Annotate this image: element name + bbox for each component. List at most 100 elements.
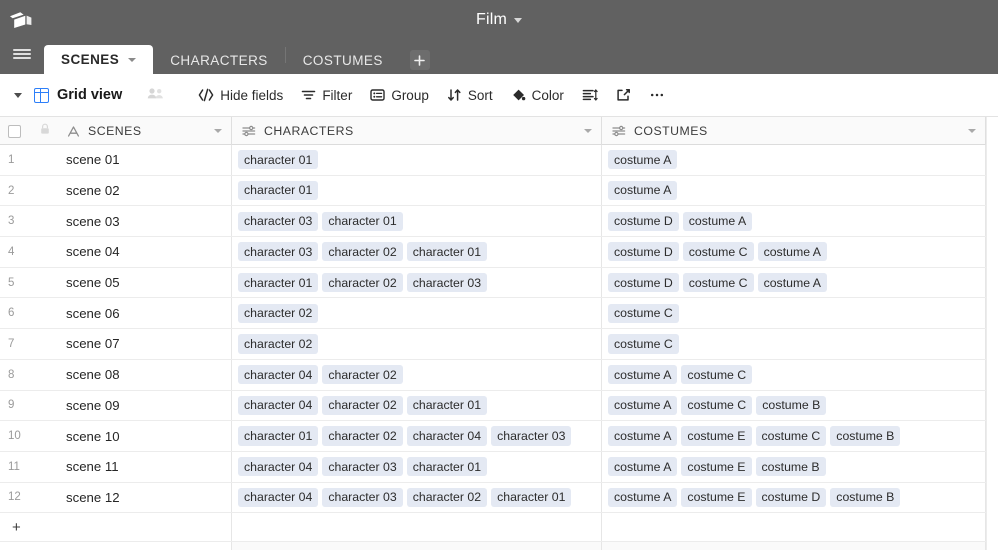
linked-record-chip[interactable]: costume E bbox=[681, 457, 752, 477]
view-sidebar-toggle-icon[interactable] bbox=[14, 92, 22, 98]
linked-record-chip[interactable]: costume A bbox=[608, 457, 678, 477]
linked-record-chip[interactable]: costume B bbox=[755, 457, 826, 477]
select-all-checkbox[interactable] bbox=[8, 124, 21, 138]
linked-record-chip[interactable]: costume C bbox=[682, 242, 754, 262]
share-view-button[interactable] bbox=[609, 82, 638, 108]
linked-record-chip[interactable]: character 04 bbox=[238, 395, 319, 415]
cell-characters[interactable]: character 01 bbox=[232, 175, 602, 206]
linked-record-chip[interactable]: costume C bbox=[681, 365, 753, 385]
linked-record-chip[interactable]: character 02 bbox=[322, 365, 403, 385]
hide-fields-button[interactable]: Hide fields bbox=[191, 82, 290, 108]
linked-record-chip[interactable]: costume A bbox=[682, 211, 753, 231]
linked-record-chip[interactable]: character 02 bbox=[322, 426, 403, 446]
linked-record-chip[interactable]: character 01 bbox=[406, 242, 488, 262]
linked-record-chip[interactable]: character 02 bbox=[238, 303, 319, 323]
cell-characters[interactable]: character 04 character 03 character 02 char… bbox=[232, 482, 602, 513]
table-row[interactable]: 9 scene 09 character 04 character 02 charact… bbox=[0, 390, 998, 422]
collaborators-icon[interactable] bbox=[147, 86, 165, 105]
linked-record-chip[interactable]: character 02 bbox=[322, 395, 403, 415]
cell-characters[interactable]: character 01 character 02 character 03 bbox=[232, 267, 602, 298]
cell-scenes[interactable]: 4 scene 04 bbox=[0, 237, 232, 267]
cell-characters[interactable]: character 02 bbox=[232, 298, 602, 329]
table-row[interactable]: 12 scene 12 character 04 character 03 charac… bbox=[0, 482, 998, 514]
linked-record-chip[interactable]: character 03 bbox=[238, 242, 319, 262]
tab-scenes[interactable]: SCENES bbox=[44, 45, 154, 74]
table-row[interactable]: 10 scene 10 character 01 character 02 charac… bbox=[0, 421, 998, 452]
cell-costumes[interactable]: costume Dcostume Ccostume A bbox=[602, 267, 986, 298]
cell-costumes[interactable]: costume C bbox=[602, 298, 986, 329]
cell-costumes[interactable]: costume Dcostume A bbox=[602, 206, 986, 237]
linked-record-chip[interactable]: costume D bbox=[608, 211, 679, 231]
linked-record-chip[interactable]: costume A bbox=[608, 365, 678, 385]
table-row[interactable]: 1 scene 01 character 01 costume A bbox=[0, 145, 998, 176]
cell-costumes[interactable]: costume A bbox=[602, 175, 986, 206]
header-cell-scenes[interactable]: SCENES bbox=[0, 117, 232, 145]
linked-record-chip[interactable]: character 03 bbox=[322, 487, 403, 507]
filter-button[interactable]: Filter bbox=[294, 82, 359, 108]
cell-scenes[interactable]: 2 scene 02 bbox=[0, 175, 232, 206]
linked-record-chip[interactable]: character 04 bbox=[406, 426, 488, 446]
table-row[interactable]: 5 scene 05 character 01 character 02 charact… bbox=[0, 267, 998, 299]
linked-record-chip[interactable]: character 03 bbox=[322, 457, 403, 477]
chevron-down-icon[interactable] bbox=[968, 129, 976, 133]
cell-characters[interactable]: character 03 character 01 bbox=[232, 206, 602, 237]
cell-costumes[interactable]: costume Acostume Ccostume B bbox=[602, 390, 986, 421]
plus-icon[interactable]: + bbox=[12, 520, 21, 535]
cell-costumes[interactable]: costume Acostume Ecostume B bbox=[602, 451, 986, 482]
linked-record-chip[interactable]: costume C bbox=[608, 303, 679, 323]
linked-record-chip[interactable]: character 01 bbox=[238, 150, 319, 170]
cell-scenes[interactable]: 3 scene 03 bbox=[0, 206, 232, 237]
linked-record-chip[interactable]: character 03 bbox=[238, 211, 319, 231]
chevron-down-icon[interactable] bbox=[214, 129, 222, 133]
chevron-down-icon[interactable] bbox=[584, 129, 592, 133]
linked-record-chip[interactable]: character 02 bbox=[322, 242, 403, 262]
linked-record-chip[interactable]: character 02 bbox=[406, 487, 488, 507]
cell-costumes[interactable]: costume C bbox=[602, 329, 986, 359]
linked-record-chip[interactable]: costume C bbox=[608, 334, 679, 354]
linked-record-chip[interactable]: costume A bbox=[608, 150, 678, 170]
table-row[interactable]: 2 scene 02 character 01 costume A bbox=[0, 175, 998, 207]
linked-record-chip[interactable]: character 04 bbox=[238, 365, 319, 385]
hamburger-menu-icon[interactable] bbox=[0, 40, 44, 74]
linked-record-chip[interactable]: costume E bbox=[681, 487, 752, 507]
linked-record-chip[interactable]: character 01 bbox=[406, 395, 488, 415]
add-row-cell[interactable]: + bbox=[0, 513, 232, 542]
cell-scenes[interactable]: 7 scene 07 bbox=[0, 329, 232, 359]
more-options-button[interactable] bbox=[642, 82, 672, 108]
cell-scenes[interactable]: 6 scene 06 bbox=[0, 298, 232, 329]
linked-record-chip[interactable]: costume E bbox=[681, 426, 752, 446]
linked-record-chip[interactable]: character 02 bbox=[238, 334, 319, 354]
linked-record-chip[interactable]: character 01 bbox=[238, 426, 319, 446]
cell-scenes[interactable]: 9 scene 09 bbox=[0, 390, 232, 421]
sort-button[interactable]: Sort bbox=[440, 82, 500, 108]
linked-record-chip[interactable]: character 03 bbox=[491, 426, 572, 446]
cube-logo-icon[interactable] bbox=[4, 3, 38, 37]
linked-record-chip[interactable]: costume D bbox=[755, 487, 827, 507]
linked-record-chip[interactable]: costume A bbox=[608, 395, 678, 415]
base-title[interactable]: Film bbox=[476, 11, 507, 29]
linked-record-chip[interactable]: costume A bbox=[757, 273, 827, 293]
cell-scenes[interactable]: 11 scene 11 bbox=[0, 451, 232, 482]
linked-record-chip[interactable]: costume D bbox=[608, 242, 679, 262]
row-height-button[interactable] bbox=[575, 82, 605, 108]
cell-costumes[interactable]: costume Acostume C bbox=[602, 359, 986, 390]
linked-record-chip[interactable]: character 02 bbox=[322, 273, 403, 293]
chevron-down-icon[interactable] bbox=[128, 57, 137, 62]
cell-characters[interactable]: character 02 bbox=[232, 329, 602, 359]
linked-record-chip[interactable]: character 04 bbox=[238, 457, 319, 477]
cell-costumes[interactable]: costume Acostume Ecostume Dcostume B bbox=[602, 482, 986, 513]
linked-record-chip[interactable]: costume B bbox=[756, 395, 827, 415]
linked-record-chip[interactable]: costume C bbox=[681, 395, 753, 415]
table-row[interactable]: 7 scene 07 character 02 costume C bbox=[0, 329, 998, 360]
cell-characters[interactable]: character 04 character 02 bbox=[232, 359, 602, 390]
group-button[interactable]: Group bbox=[363, 82, 436, 108]
linked-record-chip[interactable]: character 01 bbox=[491, 487, 572, 507]
linked-record-chip[interactable]: character 03 bbox=[406, 273, 488, 293]
header-cell-characters[interactable]: CHARACTERS bbox=[232, 117, 602, 145]
cell-costumes[interactable]: costume A bbox=[602, 145, 986, 175]
table-row[interactable]: 4 scene 04 character 03 character 02 charact… bbox=[0, 237, 998, 268]
cell-characters[interactable]: character 03 character 02 character 01 bbox=[232, 237, 602, 267]
tab-characters[interactable]: CHARACTERS bbox=[153, 46, 285, 74]
table-row[interactable]: 8 scene 08 character 04 character 02 costume… bbox=[0, 359, 998, 391]
linked-record-chip[interactable]: costume B bbox=[830, 487, 901, 507]
